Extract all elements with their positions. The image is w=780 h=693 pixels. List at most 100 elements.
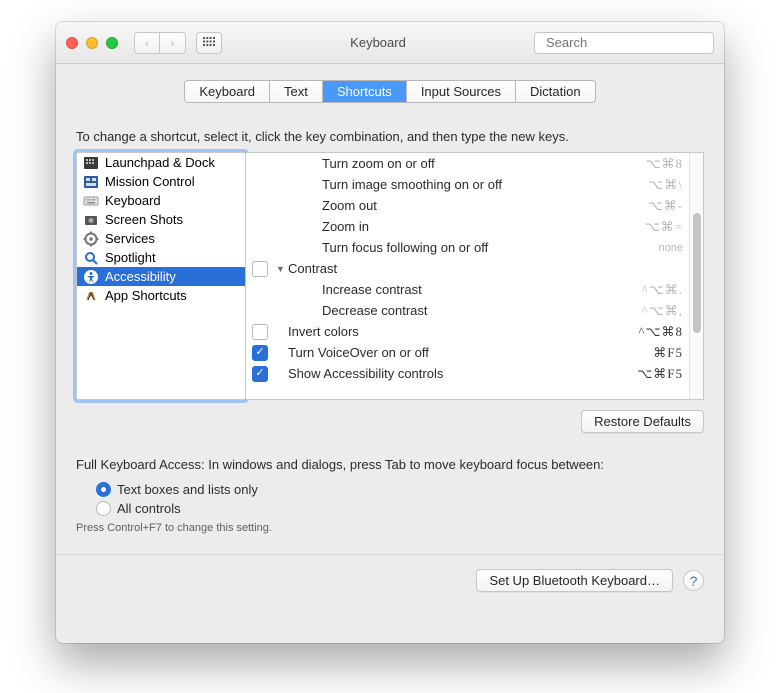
category-accessibility[interactable]: Accessibility	[77, 267, 245, 286]
category-label: Keyboard	[105, 193, 161, 208]
category-services[interactable]: Services	[77, 229, 245, 248]
category-label: Accessibility	[105, 269, 176, 284]
full-keyboard-access-radios: Text boxes and lists only All controls	[96, 482, 704, 516]
shortcut-key: ⌥⌘\	[648, 177, 683, 193]
shortcut-row[interactable]: ▼Contrast	[246, 258, 689, 279]
shortcut-label: Decrease contrast	[288, 303, 642, 318]
shortcut-checkbox[interactable]	[252, 366, 268, 382]
titlebar: ‹ › Keyboard	[56, 22, 724, 64]
shortcut-key: ⌘F5	[653, 345, 683, 361]
shortcut-checkbox	[252, 240, 268, 256]
shortcut-row[interactable]: Turn zoom on or off⌥⌘8	[246, 153, 689, 174]
tab-bar: KeyboardTextShortcutsInput SourcesDictat…	[56, 80, 724, 103]
shortcut-key: ⌥⌘-	[648, 198, 683, 214]
shortcut-row[interactable]: Turn image smoothing on or off⌥⌘\	[246, 174, 689, 195]
radio-label: All controls	[117, 501, 181, 516]
launchpad-icon	[83, 155, 99, 171]
nav-buttons: ‹ ›	[134, 32, 186, 54]
shortcut-key: ^⌥⌘8	[638, 324, 683, 340]
help-button[interactable]: ?	[683, 570, 704, 591]
services-icon	[83, 231, 99, 247]
category-mission-control[interactable]: Mission Control	[77, 172, 245, 191]
tab-dictation[interactable]: Dictation	[516, 81, 595, 102]
radio-button[interactable]	[96, 482, 111, 497]
shortcut-key: ^⌥⌘.	[642, 282, 683, 298]
shortcut-row[interactable]: Turn VoiceOver on or off⌘F5	[246, 342, 689, 363]
shortcut-label: Zoom in	[288, 219, 645, 234]
tab-text[interactable]: Text	[270, 81, 323, 102]
shortcut-checkbox[interactable]	[252, 324, 268, 340]
shortcut-row[interactable]: Zoom in⌥⌘=	[246, 216, 689, 237]
minimize-icon[interactable]	[86, 37, 98, 49]
restore-defaults-button[interactable]: Restore Defaults	[581, 410, 704, 433]
shortcut-checkbox[interactable]	[252, 261, 268, 277]
shortcut-checkbox[interactable]	[252, 345, 268, 361]
shortcut-label: Turn image smoothing on or off	[288, 177, 648, 192]
radio-label: Text boxes and lists only	[117, 482, 258, 497]
category-label: Mission Control	[105, 174, 195, 189]
screenshot-icon	[83, 212, 99, 228]
category-keyboard[interactable]: Keyboard	[77, 191, 245, 210]
shortcut-key: ⌥⌘8	[646, 156, 683, 172]
shortcut-label: Contrast	[288, 261, 683, 276]
category-spotlight[interactable]: Spotlight	[77, 248, 245, 267]
category-label: Spotlight	[105, 250, 156, 265]
grid-icon	[203, 37, 215, 49]
shortcut-label: Increase contrast	[288, 282, 642, 297]
search-field[interactable]	[534, 32, 714, 54]
zoom-icon[interactable]	[106, 37, 118, 49]
shortcut-row[interactable]: Invert colors^⌥⌘8	[246, 321, 689, 342]
mission-icon	[83, 174, 99, 190]
shortcut-pane: Turn zoom on or off⌥⌘8Turn image smoothi…	[246, 152, 704, 400]
radio-button[interactable]	[96, 501, 111, 516]
category-launchpad-dock[interactable]: Launchpad & Dock	[77, 153, 245, 172]
show-all-button[interactable]	[196, 32, 222, 54]
appshortcuts-icon	[83, 288, 99, 304]
scrollbar[interactable]	[689, 153, 703, 399]
shortcut-key: ⌥⌘F5	[637, 366, 683, 382]
shortcut-label: Show Accessibility controls	[288, 366, 637, 381]
category-screen-shots[interactable]: Screen Shots	[77, 210, 245, 229]
tab-shortcuts[interactable]: Shortcuts	[323, 81, 407, 102]
tab-input-sources[interactable]: Input Sources	[407, 81, 516, 102]
disclosure-triangle-icon[interactable]: ▼	[276, 264, 286, 274]
keyboard-icon	[83, 193, 99, 209]
shortcut-key: none	[659, 242, 683, 254]
category-label: Launchpad & Dock	[105, 155, 215, 170]
tab-keyboard[interactable]: Keyboard	[185, 81, 270, 102]
shortcut-checkbox	[252, 303, 268, 319]
shortcut-list[interactable]: Turn zoom on or off⌥⌘8Turn image smoothi…	[246, 153, 689, 399]
category-app-shortcuts[interactable]: App Shortcuts	[77, 286, 245, 305]
shortcut-checkbox	[252, 282, 268, 298]
shortcut-checkbox	[252, 177, 268, 193]
shortcut-checkbox	[252, 198, 268, 214]
shortcut-key: ⌥⌘=	[645, 219, 683, 235]
category-label: Services	[105, 231, 155, 246]
scroll-thumb[interactable]	[693, 213, 701, 333]
window-title: Keyboard	[232, 35, 524, 50]
category-list[interactable]: Launchpad & Dock Mission Control Keyboard S…	[76, 152, 246, 400]
fka-option[interactable]: All controls	[96, 501, 704, 516]
fka-option[interactable]: Text boxes and lists only	[96, 482, 704, 497]
shortcuts-split: Launchpad & Dock Mission Control Keyboard S…	[76, 152, 704, 400]
fka-hint: Press Control+F7 to change this setting.	[76, 522, 704, 534]
close-icon[interactable]	[66, 37, 78, 49]
shortcut-checkbox	[252, 219, 268, 235]
back-button[interactable]: ‹	[134, 32, 160, 54]
full-keyboard-access-label: Full Keyboard Access: In windows and dia…	[76, 457, 704, 472]
shortcut-row[interactable]: Increase contrast^⌥⌘.	[246, 279, 689, 300]
footer-row: Set Up Bluetooth Keyboard… ?	[76, 569, 704, 592]
shortcut-row[interactable]: Decrease contrast^⌥⌘,	[246, 300, 689, 321]
shortcut-label: Turn zoom on or off	[288, 156, 646, 171]
shortcut-label: Turn VoiceOver on or off	[288, 345, 653, 360]
instruction-text: To change a shortcut, select it, click t…	[76, 129, 704, 144]
shortcut-label: Invert colors	[288, 324, 638, 339]
shortcut-row[interactable]: Zoom out⌥⌘-	[246, 195, 689, 216]
shortcut-row[interactable]: Show Accessibility controls⌥⌘F5	[246, 363, 689, 384]
preferences-window: ‹ › Keyboard KeyboardTextShortcutsInput …	[56, 22, 724, 643]
bluetooth-keyboard-button[interactable]: Set Up Bluetooth Keyboard…	[476, 569, 673, 592]
shortcut-key: ^⌥⌘,	[642, 303, 683, 319]
forward-button[interactable]: ›	[160, 32, 186, 54]
search-input[interactable]	[546, 35, 722, 50]
shortcut-row[interactable]: Turn focus following on or offnone	[246, 237, 689, 258]
